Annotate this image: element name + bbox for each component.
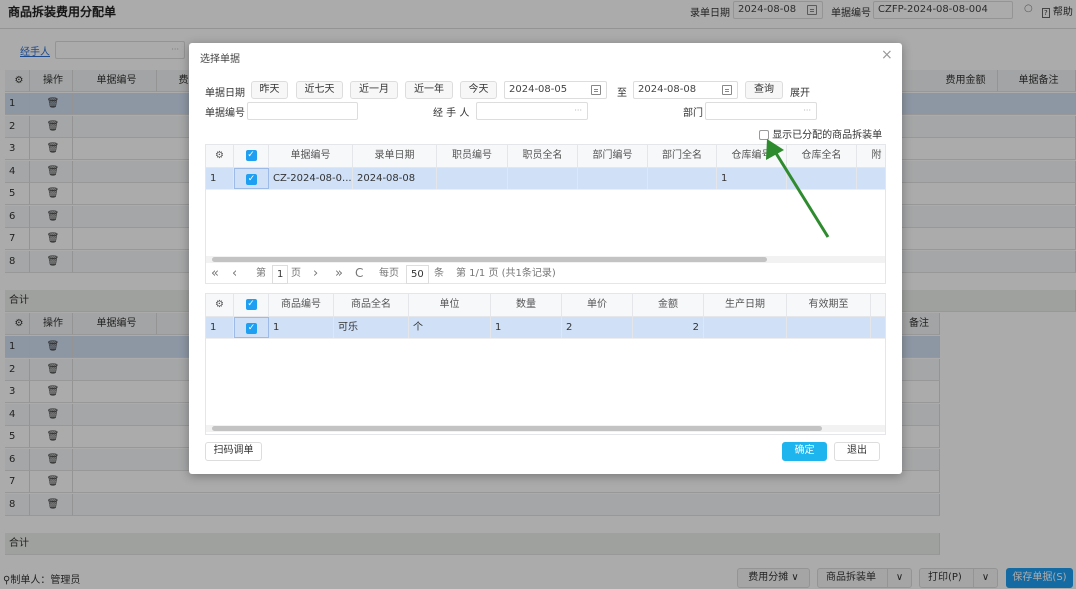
annotation-arrow — [0, 0, 1076, 589]
